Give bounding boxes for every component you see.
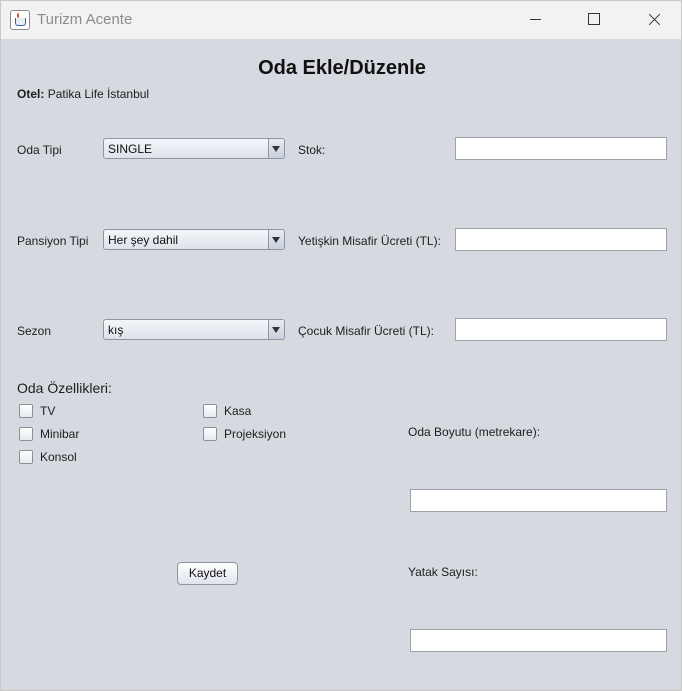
season-select[interactable]: kış [103,319,285,340]
board-type-select[interactable]: Her şey dahil [103,229,285,250]
tv-label: TV [40,404,56,418]
save-button[interactable]: Kaydet [177,562,238,585]
season-value: kış [108,323,124,337]
checkbox-box[interactable] [203,404,217,418]
page-title: Oda Ekle/Düzenle [258,57,426,79]
child-price-label: Çocuk Misafir Ücreti (TL): [298,324,435,338]
chevron-down-icon[interactable] [268,139,284,158]
java-icon [10,10,30,30]
stock-field[interactable] [455,137,667,160]
room-size-field[interactable] [410,489,667,512]
room-type-label: Oda Tipi [17,143,62,157]
hotel-label: Otel: [17,87,45,101]
hotel-name: Patika Life İstanbul [47,87,150,101]
room-type-select[interactable]: SINGLE [103,138,285,159]
room-size-label: Oda Boyutu (metrekare): [408,425,541,439]
chevron-down-icon[interactable] [268,230,284,249]
checkbox-box[interactable] [19,404,33,418]
form-panel: Oda Ekle/Düzenle Otel: Patika Life İstan… [1,39,681,690]
bed-count-label: Yatak Sayısı: [408,565,478,579]
console-label: Konsol [40,450,77,464]
bed-count-field[interactable] [410,629,667,652]
checkbox-box[interactable] [19,427,33,441]
stock-label: Stok: [298,143,326,157]
adult-price-label: Yetişkin Misafir Ücreti (TL): [298,234,441,248]
title-bar[interactable]: Turizm Acente [1,1,681,39]
minibar-label: Minibar [40,427,80,441]
features-title: Oda Özellikleri: [17,380,112,396]
window-title: Turizm Acente [37,11,133,28]
projector-label: Projeksiyon [224,427,287,441]
checkbox-box[interactable] [19,450,33,464]
maximize-button[interactable] [565,1,623,39]
minimize-button[interactable] [507,1,565,39]
chevron-down-icon[interactable] [268,320,284,339]
adult-price-field[interactable] [455,228,667,251]
board-type-value: Her şey dahil [108,233,179,247]
app-window: Turizm Acente Oda Ekle/Düzenle Otel: Pat… [0,0,682,691]
safe-label: Kasa [224,404,252,418]
hotel-info: Otel: Patika Life İstanbul [17,87,149,101]
close-button[interactable] [623,1,681,39]
season-label: Sezon [17,324,52,338]
child-price-field[interactable] [455,318,667,341]
checkbox-box[interactable] [203,427,217,441]
room-type-value: SINGLE [108,142,153,156]
board-type-label: Pansiyon Tipi [17,234,89,248]
